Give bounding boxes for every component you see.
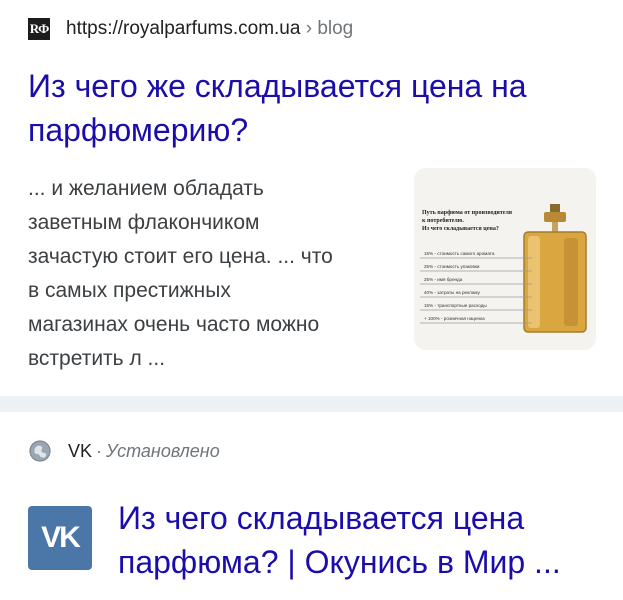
result-title-link[interactable]: Из чего же складывается цена на парфюмер…: [28, 64, 608, 152]
perfume-price-infographic: Путь парфюма от производителя к потребит…: [414, 168, 596, 350]
snippet-line: заветным флакончиком: [28, 211, 260, 234]
result-snippet: ... и желанием обладать заветным флаконч…: [28, 172, 396, 376]
source-separator: ·: [96, 440, 103, 461]
snippet-line: встретить л ...: [28, 347, 166, 370]
royalparfums-favicon: RФ: [28, 18, 50, 40]
infographic-row: 15% - стоимость самого аромата: [424, 251, 495, 256]
snippet-line: в самых престижных: [28, 279, 231, 302]
infographic-row: 40% - затраты на рекламу: [424, 290, 481, 295]
infographic-heading-line: к потребителю.: [422, 217, 464, 224]
vk-logo[interactable]: VK: [28, 506, 92, 570]
infographic-row: 25% - имя бренда: [424, 277, 463, 282]
infographic-row: 15% - транспортные расходы: [424, 303, 487, 308]
result-source-name: VK: [68, 440, 93, 461]
result-thumbnail[interactable]: Путь парфюма от производителя к потребит…: [414, 168, 596, 350]
result-url-domain: https://royalparfums.com.ua: [66, 18, 301, 39]
infographic-row: 25% - стоимость упаковки: [424, 264, 480, 269]
infographic-heading-line: Из чего складывается цена?: [422, 226, 499, 232]
infographic-heading-line: Путь парфюма от производителя: [422, 209, 513, 216]
globe-icon: [29, 440, 51, 462]
result-url-breadcrumb: › blog: [300, 18, 354, 39]
result-source[interactable]: VK · Установлено: [28, 438, 220, 464]
search-result-royalparfums[interactable]: RФ https://royalparfums.com.ua › blog Из…: [0, 0, 623, 396]
snippet-line: магазинах очень часто можно: [28, 313, 320, 336]
snippet-line: ... и желанием обладать: [28, 177, 264, 200]
result-url: https://royalparfums.com.ua › blog: [66, 18, 353, 40]
result-source[interactable]: RФ https://royalparfums.com.ua › blog: [28, 16, 353, 42]
infographic-row: + 100% - розничная наценка: [424, 316, 485, 321]
installed-status: Установлено: [106, 440, 220, 461]
search-result-vk[interactable]: VK · Установлено VK Из чего складывается…: [0, 412, 623, 600]
snippet-line: зачастую стоит его цена. ... что: [28, 245, 333, 268]
result-title-link[interactable]: Из чего складывается цена парфюма? | Оку…: [118, 496, 613, 584]
results-divider: [0, 396, 623, 412]
